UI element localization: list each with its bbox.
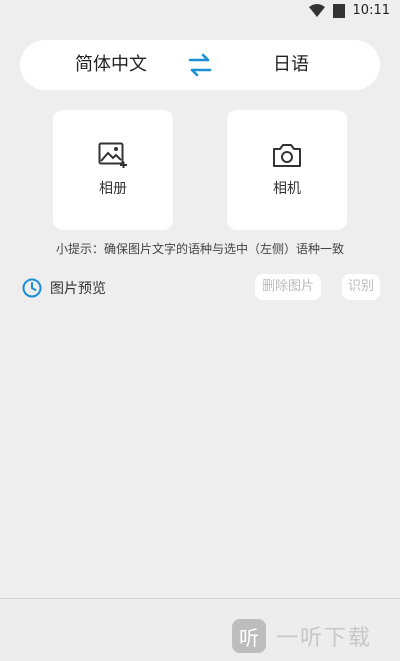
camera-icon (273, 144, 301, 167)
status-bar: 10:11 (0, 0, 400, 24)
source-language-selector[interactable]: 简体中文 (75, 40, 147, 90)
wifi-icon (308, 3, 325, 17)
tip-text: 小提示：确保图片文字的语种与选中（左侧）语种一致 (55, 242, 344, 256)
album-label: 相册 (99, 181, 127, 197)
delete-image-button[interactable]: 删除图片 (255, 274, 321, 300)
watermark-logo-icon: 听 (232, 619, 266, 653)
watermark-text: 一听下载 (276, 626, 373, 651)
target-language-selector[interactable]: 日语 (273, 40, 309, 90)
status-time: 10:11 (352, 3, 390, 18)
clock-icon (22, 278, 42, 298)
swap-language-icon[interactable] (186, 53, 214, 77)
watermark: 听 一听下载 (232, 612, 400, 660)
image-preview-header: 图片预览 (22, 275, 106, 301)
language-selector: 简体中文 日语 (20, 40, 380, 90)
image-add-icon (98, 142, 127, 168)
album-button[interactable]: 相册 (53, 110, 173, 230)
image-preview-label: 图片预览 (50, 281, 106, 297)
camera-label: 相机 (273, 181, 301, 197)
recognize-button[interactable]: 识别 (342, 274, 380, 300)
camera-button[interactable]: 相机 (227, 110, 347, 230)
battery-icon (332, 3, 345, 18)
